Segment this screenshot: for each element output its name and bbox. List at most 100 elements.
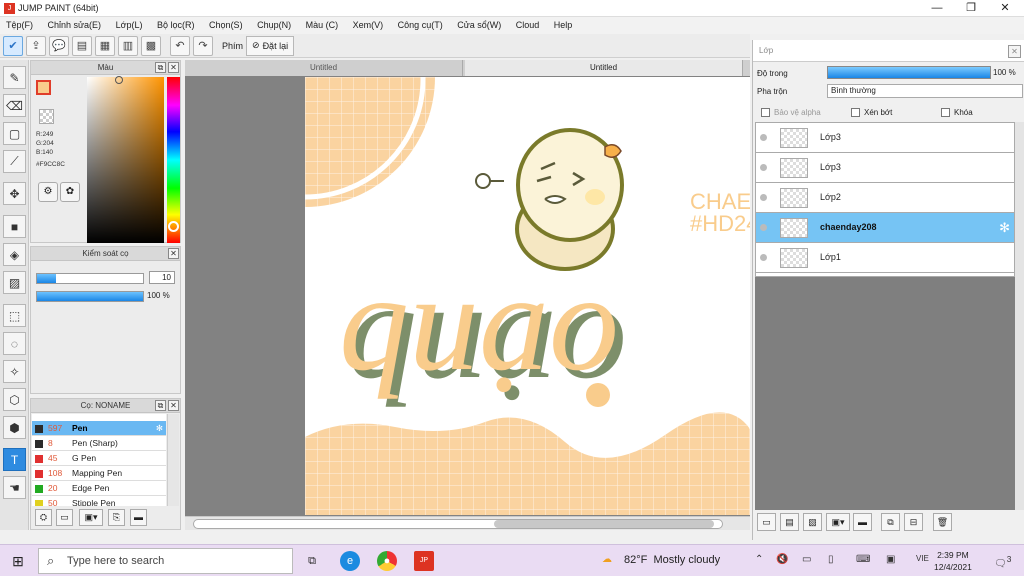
visibility-icon[interactable] — [760, 194, 767, 201]
gradient-tool-icon[interactable]: ▨ — [3, 271, 26, 294]
menu-filter[interactable]: Bộ lọc(R) — [151, 17, 201, 34]
layer-row[interactable]: Lớp1 — [756, 243, 1014, 273]
brush-list-scrollbar[interactable] — [167, 414, 179, 506]
brush-settings-gear-icon[interactable]: ✻ — [156, 421, 163, 436]
brush-cloud-icon[interactable]: ⛭ — [35, 509, 52, 526]
new-halftone-layer-icon[interactable]: ▧ — [803, 513, 822, 531]
scroll-thumb[interactable] — [494, 520, 714, 528]
layer-folder-icon[interactable]: ▬ — [853, 513, 872, 531]
menu-window[interactable]: Cửa sổ(W) — [451, 17, 507, 34]
panel-close-icon[interactable]: ✕ — [168, 248, 179, 259]
tab-untitled-1[interactable]: Untitled — [185, 60, 463, 76]
scroll-track[interactable] — [193, 519, 723, 529]
brush-add-dropdown-icon[interactable]: ▣▾ — [79, 509, 103, 526]
notification-icon[interactable]: 🗨3 — [994, 554, 1011, 569]
delete-layer-icon[interactable]: 🗑 — [933, 513, 952, 531]
taskbar-search-box[interactable]: ⌕ Type here to search — [38, 548, 293, 574]
brush-item[interactable]: 597 Pen ✻ — [32, 421, 166, 436]
sv-cursor[interactable] — [115, 76, 123, 84]
redo-icon[interactable]: ↷ — [193, 35, 213, 56]
maximize-button[interactable]: ❐ — [954, 0, 988, 17]
weather-icon[interactable]: ☁ — [602, 554, 612, 565]
display-icon[interactable]: ▣ — [886, 554, 895, 565]
move-tool-icon[interactable]: ✥ — [3, 182, 26, 205]
fill-rect-tool-icon[interactable]: ■ — [3, 215, 26, 238]
line-tool-icon[interactable]: ⟋ — [3, 150, 26, 173]
hue-cursor[interactable] — [168, 221, 179, 232]
panel-close-icon[interactable]: ✕ — [168, 400, 179, 411]
brush-item[interactable]: 45 G Pen — [32, 451, 166, 466]
layer-row[interactable]: Lớp3 — [756, 123, 1014, 153]
menu-tools[interactable]: Công cụ(T) — [392, 17, 449, 34]
battery-icon[interactable]: ▯ — [828, 554, 834, 565]
message-icon[interactable]: ▤ — [72, 35, 92, 56]
menu-cloud[interactable]: Cloud — [510, 17, 546, 34]
new-raster-layer-icon[interactable]: ▤ — [780, 513, 799, 531]
select-pen-icon[interactable]: ⬡ — [3, 388, 26, 411]
layer-opacity-slider[interactable] — [827, 66, 991, 79]
brush-size-input[interactable]: 10 — [149, 271, 175, 284]
protect-alpha-checkbox[interactable]: Bảo vệ alpha — [761, 108, 821, 117]
menu-file[interactable]: Tệp(F) — [0, 17, 39, 34]
brush-item[interactable]: 50 Stipple Pen — [32, 496, 166, 506]
float-icon[interactable]: ⧉ — [155, 400, 166, 411]
chevron-up-icon[interactable]: ⌃ — [755, 554, 763, 565]
task-view-icon[interactable]: ⧉ — [302, 551, 322, 571]
brush-item[interactable]: 108 Mapping Pen — [32, 466, 166, 481]
jump-paint-taskbar-icon[interactable]: JP — [414, 551, 434, 571]
foreground-color-swatch[interactable] — [36, 80, 51, 95]
windows-start-icon[interactable]: ⊞ — [8, 551, 28, 571]
panel-close-icon[interactable]: ✕ — [1008, 45, 1021, 58]
layer-row[interactable]: chaenday208 ✻ — [756, 213, 1014, 243]
panel-close-icon[interactable]: ✕ — [168, 62, 179, 73]
lock-checkbox[interactable]: Khóa — [941, 108, 973, 117]
brush-new-icon[interactable]: ▭ — [56, 509, 73, 526]
color-mix-icon[interactable]: ✿ — [60, 182, 80, 202]
weather-widget[interactable]: 82°F Mostly cloudy — [624, 554, 720, 566]
menu-capture[interactable]: Chụp(N) — [251, 17, 297, 34]
document-icon[interactable]: ▦ — [95, 35, 115, 56]
drawing-canvas[interactable]: CHAEN #HD24 quạo quạo — [305, 77, 750, 515]
reset-button[interactable]: ⊘ Đặt lại — [246, 35, 295, 56]
check-icon[interactable]: ✔ — [3, 35, 23, 56]
network-icon[interactable]: ▭ — [802, 554, 811, 565]
menu-help[interactable]: Help — [548, 17, 579, 34]
merge-layer-icon[interactable]: ⊟ — [904, 513, 923, 531]
float-icon[interactable]: ⧉ — [155, 62, 166, 73]
keyboard-icon[interactable]: ⌨ — [856, 554, 870, 565]
visibility-icon[interactable] — [760, 134, 767, 141]
share-icon[interactable]: ⇪ — [26, 35, 46, 56]
chrome-browser-icon[interactable]: ● — [377, 551, 397, 571]
lasso-select-icon[interactable]: ◌ — [3, 332, 26, 355]
hue-slider[interactable] — [167, 77, 180, 243]
comment-icon[interactable]: 💬 — [49, 35, 69, 56]
edge-browser-icon[interactable]: e — [340, 551, 360, 571]
menu-view[interactable]: Xem(V) — [347, 17, 390, 34]
visibility-icon[interactable] — [760, 164, 767, 171]
color-palette-icon[interactable]: ⚙ — [38, 182, 58, 202]
blend-mode-select[interactable]: Bình thường — [827, 84, 1023, 98]
brush-item[interactable]: 8 Pen (Sharp) — [32, 436, 166, 451]
text-tool-icon[interactable]: T — [3, 448, 26, 471]
rect-select-icon[interactable]: ⬚ — [3, 304, 26, 327]
visibility-icon[interactable] — [760, 224, 767, 231]
speaker-muted-icon[interactable]: 🔇 — [776, 554, 788, 565]
magic-wand-icon[interactable]: ✧ — [3, 360, 26, 383]
bucket-tool-icon[interactable]: ◈ — [3, 243, 26, 266]
tab-untitled-2[interactable]: Untitled — [465, 60, 743, 76]
canvas-horizontal-scrollbar[interactable] — [185, 516, 750, 530]
menu-select[interactable]: Chọn(S) — [203, 17, 249, 34]
brush-copy-icon[interactable]: ⎘ — [108, 509, 125, 526]
hand-tool-icon[interactable]: ☚ — [3, 476, 26, 499]
brush-opacity-slider[interactable] — [36, 291, 144, 302]
layer-settings-gear-icon[interactable]: ✻ — [999, 220, 1010, 236]
duplicate-layer-icon[interactable]: ⧉ — [881, 513, 900, 531]
canvas-area[interactable]: CHAEN #HD24 quạo quạo — [185, 76, 750, 516]
layer-row[interactable]: Lớp3 — [756, 153, 1014, 183]
visibility-icon[interactable] — [760, 254, 767, 261]
pen-tool-icon[interactable]: ✎ — [3, 66, 26, 89]
layout-icon[interactable]: ▥ — [118, 35, 138, 56]
grid-edit-icon[interactable]: ▩ — [141, 35, 161, 56]
brush-size-slider[interactable] — [36, 273, 144, 284]
taskbar-clock[interactable]: 2:39 PM 12/4/2021 — [934, 549, 972, 573]
